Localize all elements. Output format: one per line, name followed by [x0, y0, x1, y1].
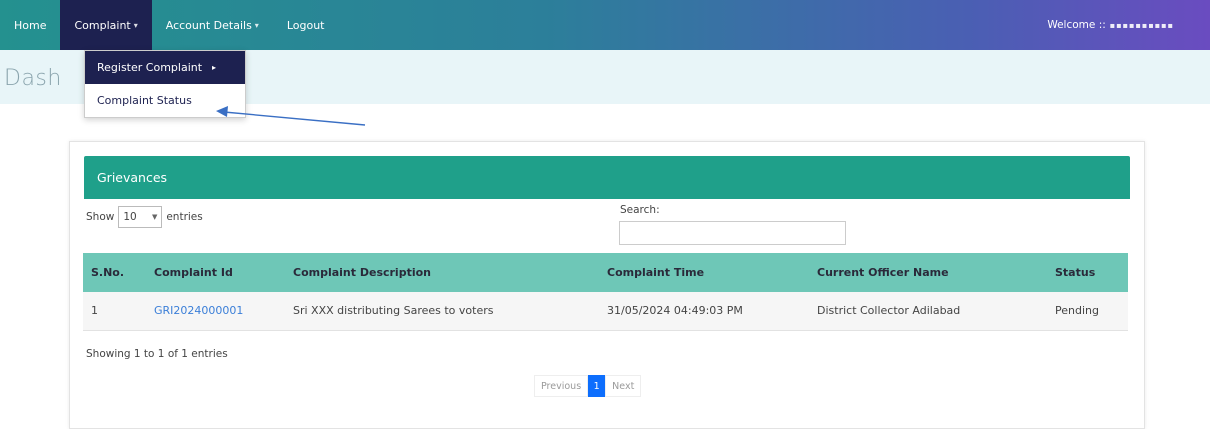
entries-length-control: Show 10 ▼ entries — [86, 206, 203, 228]
cell-status: Pending — [1047, 292, 1128, 331]
panel-title: Grievances — [97, 170, 168, 185]
show-label: Show — [86, 211, 115, 223]
complaint-id-link[interactable]: GRI2024000001 — [146, 292, 285, 331]
nav-complaint-label: Complaint — [74, 18, 131, 32]
chevron-down-icon: ▼ — [151, 213, 158, 221]
cell-officer: District Collector Adilabad — [809, 292, 1047, 331]
nav-home-label: Home — [14, 18, 47, 32]
welcome-username: ▪▪▪▪▪▪▪▪▪▪ — [1109, 20, 1174, 30]
cell-description: Sri XXX distributing Sarees to voters — [285, 292, 599, 331]
column-header-complaint-id[interactable]: Complaint Id — [146, 253, 285, 292]
column-header-status[interactable]: Status — [1047, 253, 1128, 292]
chevron-down-icon: ▾ — [254, 20, 259, 30]
nav-complaint[interactable]: Complaint ▾ — [60, 0, 152, 50]
search-input[interactable] — [619, 221, 846, 245]
arrow-head — [216, 106, 228, 117]
entries-label: entries — [166, 211, 203, 223]
next-page-button[interactable]: Next — [605, 375, 642, 397]
menu-item-status-label: Complaint Status — [97, 94, 192, 107]
cell-time: 31/05/2024 04:49:03 PM — [599, 292, 809, 331]
nav-logout-label: Logout — [286, 18, 325, 32]
column-header-time[interactable]: Complaint Time — [599, 253, 809, 292]
search-label: Search: — [620, 204, 660, 216]
top-navbar: Home Complaint ▾ Account Details ▾ Logou… — [0, 0, 1210, 50]
current-page-button[interactable]: 1 — [588, 375, 606, 397]
table-info: Showing 1 to 1 of 1 entries — [86, 348, 228, 360]
chevron-down-icon: ▾ — [133, 20, 138, 30]
welcome-text: Welcome :: ▪▪▪▪▪▪▪▪▪▪ — [1047, 19, 1174, 31]
welcome-label: Welcome :: — [1047, 19, 1106, 31]
table-header-row: S.No. Complaint Id Complaint Description… — [83, 253, 1128, 292]
arrow-line — [223, 111, 366, 126]
cell-sno: 1 — [83, 292, 146, 331]
menu-item-register-label: Register Complaint — [97, 61, 203, 74]
pagination: Previous 1 Next — [534, 375, 642, 397]
nav-home[interactable]: Home — [0, 0, 60, 50]
grievances-table: S.No. Complaint Id Complaint Description… — [83, 253, 1128, 331]
entries-length-value: 10 — [123, 211, 137, 223]
menu-item-register-complaint[interactable]: Register Complaint ▸ — [85, 51, 245, 84]
nav-account-details[interactable]: Account Details ▾ — [152, 0, 273, 50]
previous-page-button[interactable]: Previous — [534, 375, 589, 397]
column-header-description[interactable]: Complaint Description — [285, 253, 599, 292]
annotation-arrow-icon — [216, 106, 366, 126]
entries-length-select[interactable]: 10 ▼ — [118, 206, 163, 228]
column-header-officer[interactable]: Current Officer Name — [809, 253, 1047, 292]
chevron-right-icon: ▸ — [212, 63, 217, 72]
table-row: 1 GRI2024000001 Sri XXX distributing Sar… — [83, 292, 1128, 331]
panel-header: Grievances — [84, 156, 1130, 199]
nav-logout[interactable]: Logout — [273, 0, 339, 50]
page-title: Dash — [4, 66, 62, 91]
nav-account-label: Account Details — [165, 18, 252, 32]
column-header-sno[interactable]: S.No. — [83, 253, 146, 292]
